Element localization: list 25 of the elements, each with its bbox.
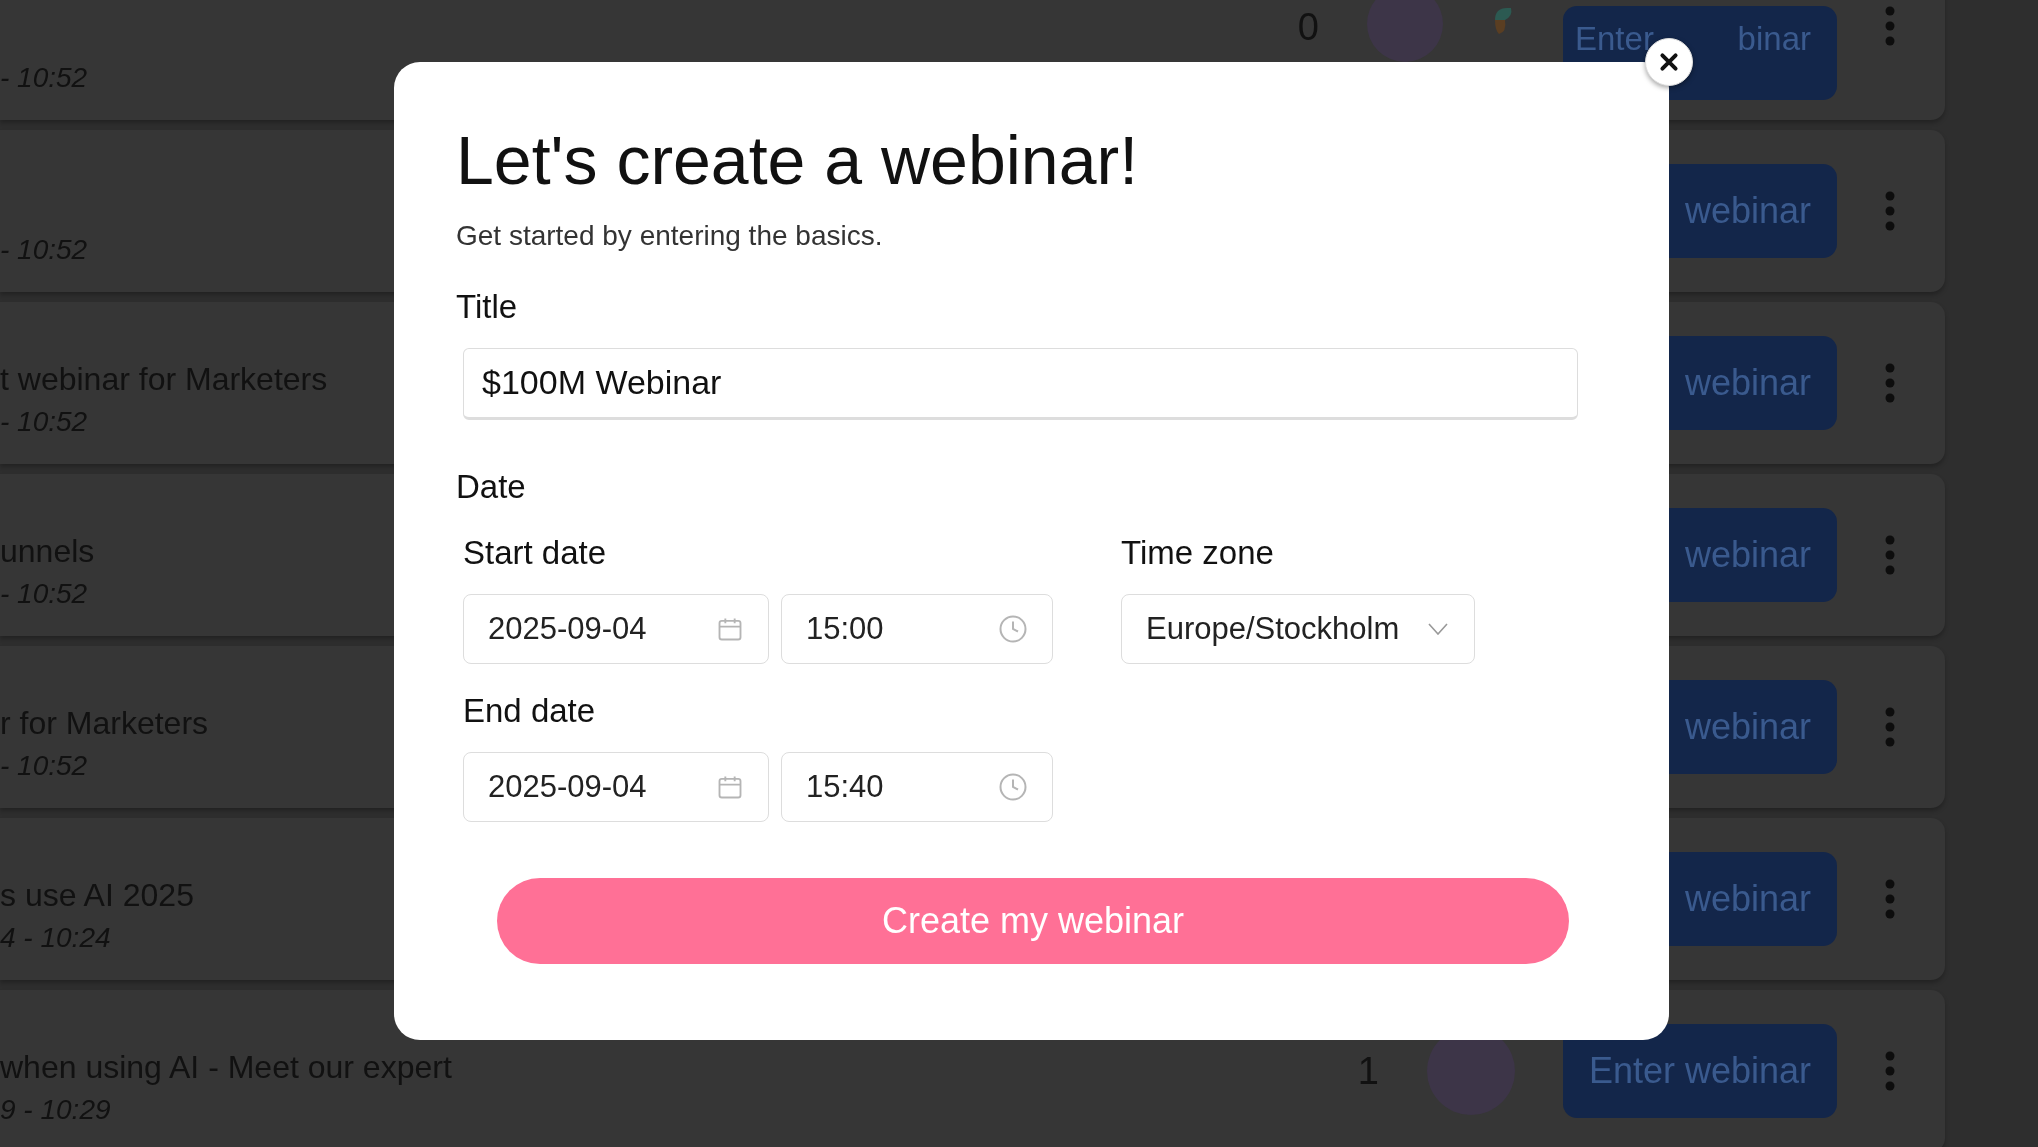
more-icon[interactable] <box>1885 879 1895 919</box>
clock-icon <box>998 613 1028 644</box>
more-icon[interactable] <box>1885 707 1895 747</box>
more-icon[interactable] <box>1885 191 1895 231</box>
field-label: Time zone <box>1121 533 1275 572</box>
create-webinar-button[interactable]: Create my webinar <box>497 877 1569 964</box>
field-label: Title <box>456 287 519 326</box>
time-zone-dropdown[interactable]: Europe/Stockholm <box>1121 593 1475 664</box>
field-label: Start date <box>463 533 608 572</box>
chevron-down-icon <box>1428 622 1448 635</box>
more-icon[interactable] <box>1885 535 1895 575</box>
more-icon[interactable] <box>1885 363 1895 403</box>
date-field[interactable]: 2025-09-04 <box>463 593 769 664</box>
section-label: Date <box>456 467 527 506</box>
field-label: End date <box>463 691 597 730</box>
time-field[interactable]: 15:00 <box>781 593 1053 664</box>
more-icon[interactable] <box>1885 1051 1895 1091</box>
title-input[interactable]: $100M Webinar <box>463 347 1578 420</box>
enter-webinar-button[interactable]: Enter webinar <box>1563 1024 1837 1118</box>
more-icon[interactable] <box>1885 6 1895 46</box>
modal-heading: Let's create a webinar! <box>456 121 1140 200</box>
time-field[interactable]: 15:40 <box>781 751 1053 822</box>
date-field[interactable]: 2025-09-04 <box>463 751 769 822</box>
clock-icon <box>998 771 1028 802</box>
modal-subtitle: Get started by entering the basics. <box>456 219 884 252</box>
